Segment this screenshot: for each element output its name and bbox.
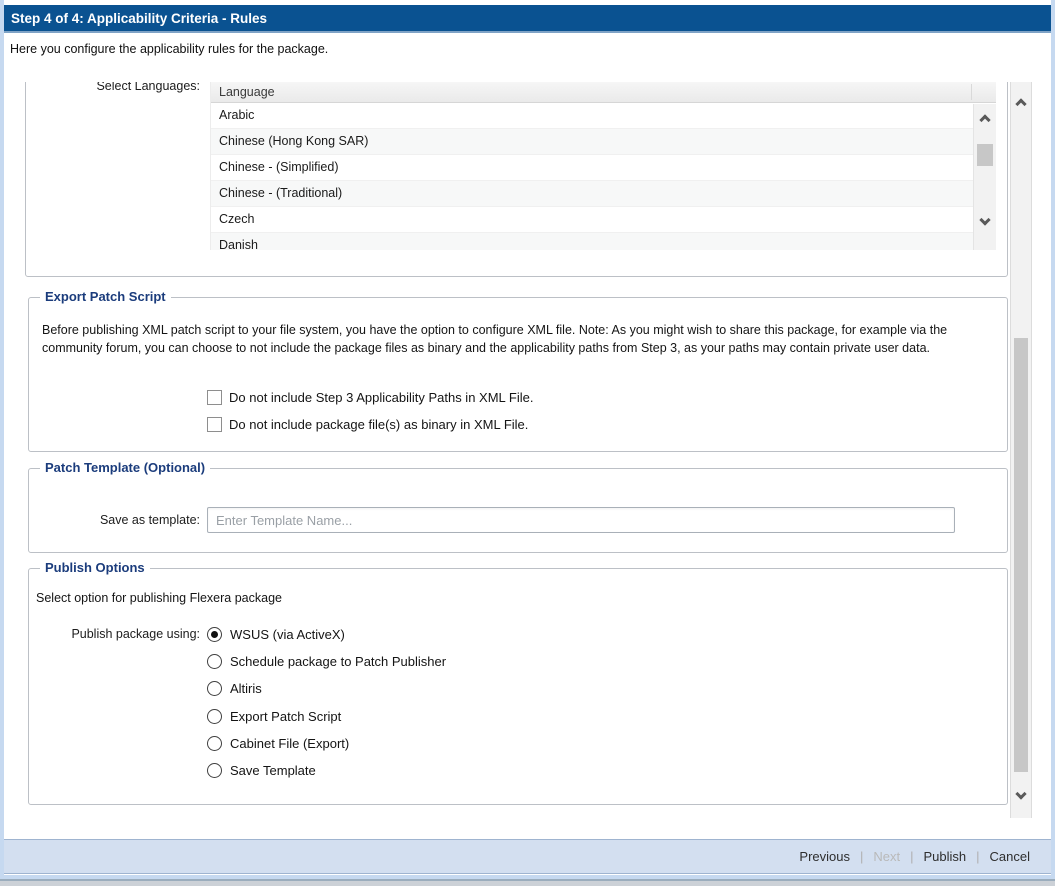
publish-description: Select option for publishing Flexera pac… <box>36 590 936 608</box>
language-list-header[interactable]: Language <box>211 82 996 103</box>
radio-label: Cabinet File (Export) <box>230 736 349 751</box>
language-row[interactable]: Chinese (Hong Kong SAR) <box>211 129 974 155</box>
group-title-publish-options: Publish Options <box>40 560 150 575</box>
checkbox-icon[interactable] <box>207 417 222 432</box>
export-description: Before publishing XML patch script to yo… <box>42 322 970 357</box>
cancel-button[interactable]: Cancel <box>980 849 1040 864</box>
language-row[interactable]: Chinese - (Simplified) <box>211 155 974 181</box>
publish-option-row: Export Patch Script <box>207 706 446 726</box>
column-separator <box>971 84 972 100</box>
page-scroll-up-icon[interactable] <box>1015 98 1026 109</box>
publish-package-using-label: Publish package using: <box>50 627 200 641</box>
radio-icon[interactable] <box>207 709 222 724</box>
publish-button[interactable]: Publish <box>914 849 977 864</box>
scroll-down-icon[interactable] <box>979 214 990 225</box>
group-title-patch-template: Patch Template (Optional) <box>40 460 210 475</box>
page-scrollbar[interactable] <box>1010 82 1032 818</box>
publish-radio-group: WSUS (via ActiveX) Schedule package to Pa… <box>207 624 446 788</box>
publish-option-row: Schedule package to Patch Publisher <box>207 651 446 671</box>
language-row[interactable]: Chinese - (Traditional) <box>211 181 974 207</box>
checkbox-label: Do not include Step 3 Applicability Path… <box>229 390 533 405</box>
scrollbar-thumb[interactable] <box>977 144 993 166</box>
scroll-viewport: Select Languages: Language ArabicChinese… <box>4 82 1009 818</box>
footer-buttons: Previous|Next|Publish|Cancel <box>789 840 1040 873</box>
dialog-border-right <box>1051 0 1055 881</box>
dialog-title: Step 4 of 4: Applicability Criteria - Ru… <box>4 5 1051 33</box>
scroll-up-icon[interactable] <box>979 114 990 125</box>
page-scroll-down-icon[interactable] <box>1015 788 1026 799</box>
publish-option-row: Save Template <box>207 761 446 781</box>
next-button: Next <box>863 849 910 864</box>
radio-icon[interactable] <box>207 654 222 669</box>
wizard-dialog: Step 4 of 4: Applicability Criteria - Ru… <box>0 0 1055 886</box>
language-row[interactable]: Czech <box>211 207 974 233</box>
publish-option-row: WSUS (via ActiveX) <box>207 624 446 644</box>
radio-label: Altiris <box>230 681 262 696</box>
radio-icon[interactable] <box>207 681 222 696</box>
radio-icon[interactable] <box>207 763 222 778</box>
language-row[interactable]: Arabic <box>211 103 974 129</box>
radio-label: WSUS (via ActiveX) <box>230 627 345 642</box>
export-checkbox-row: Do not include package file(s) as binary… <box>207 417 528 432</box>
checkbox-icon[interactable] <box>207 390 222 405</box>
language-list[interactable]: Language ArabicChinese (Hong Kong SAR)Ch… <box>210 82 996 250</box>
radio-label: Save Template <box>230 763 316 778</box>
save-as-template-label: Save as template: <box>50 513 200 527</box>
radio-icon[interactable] <box>207 736 222 751</box>
language-list-scrollbar[interactable] <box>973 104 996 250</box>
select-languages-label: Select Languages: <box>50 82 200 93</box>
radio-label: Schedule package to Patch Publisher <box>230 654 446 669</box>
dialog-bottom-edge <box>0 881 1055 886</box>
language-list-rows: ArabicChinese (Hong Kong SAR)Chinese - (… <box>211 103 996 250</box>
page-scrollbar-thumb[interactable] <box>1014 338 1028 772</box>
previous-button[interactable]: Previous <box>789 849 860 864</box>
template-name-input[interactable] <box>207 507 955 533</box>
footer-bar: Previous|Next|Publish|Cancel <box>4 839 1051 874</box>
publish-option-row: Cabinet File (Export) <box>207 734 446 754</box>
publish-option-row: Altiris <box>207 679 446 699</box>
dialog-subtitle: Here you configure the applicability rul… <box>10 42 328 56</box>
radio-icon[interactable] <box>207 627 222 642</box>
radio-label: Export Patch Script <box>230 709 341 724</box>
language-row[interactable]: Danish <box>211 233 974 250</box>
export-checkbox-row: Do not include Step 3 Applicability Path… <box>207 390 533 405</box>
group-title-export-patch-script: Export Patch Script <box>40 289 171 304</box>
checkbox-label: Do not include package file(s) as binary… <box>229 417 528 432</box>
language-column-header: Language <box>219 85 275 99</box>
